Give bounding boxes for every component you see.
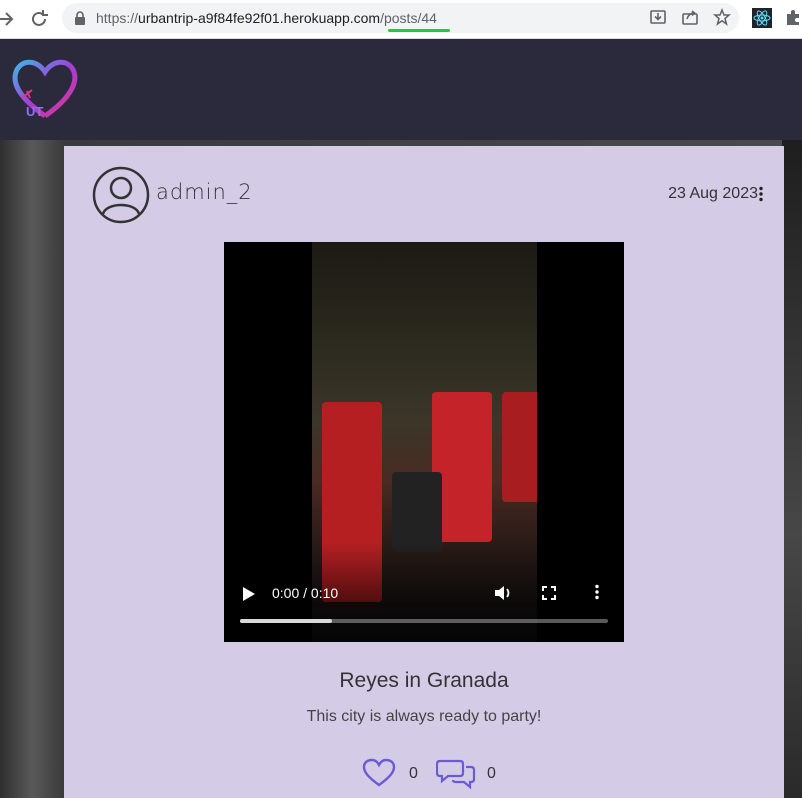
url-host: urbantrip-a9f84fe92f01.herokuapp.com [138,10,381,26]
video-player[interactable]: 0:00 / 0:10 [224,242,624,642]
post-description: This city is always ready to party! [306,708,542,725]
app-header: UT [0,39,802,140]
install-icon[interactable] [649,8,667,26]
url-path: /posts/44 [380,10,437,26]
logo-text: UT [26,104,43,119]
avatar-icon[interactable] [92,166,150,224]
back-arrow-icon[interactable] [0,8,16,30]
address-bar[interactable]: https://urbantrip-a9f84fe92f01.herokuapp… [62,3,739,33]
background-right-edge [782,140,802,798]
more-options-icon[interactable] [758,186,764,202]
video-progress-fill [240,619,332,623]
heart-icon[interactable] [362,758,396,788]
react-devtools-icon[interactable] [752,8,772,28]
video-figure [502,392,537,502]
comments-icon[interactable] [436,757,476,789]
video-time: 0:00 / 0:10 [272,585,339,601]
url-prefix: https:// [96,10,139,26]
play-icon[interactable] [242,586,256,602]
video-more-icon[interactable] [594,584,600,600]
post-author[interactable]: admin_2 [156,180,253,204]
fullscreen-icon[interactable] [542,586,556,600]
post-card: admin_2 23 Aug 2023 0:00 / 0:10 Reyes in… [64,146,784,798]
post-title: Reyes in Granada [339,669,509,692]
url-text: https://urbantrip-a9f84fe92f01.herokuapp… [96,10,437,26]
url-underline [388,29,450,32]
browser-toolbar: https://urbantrip-a9f84fe92f01.herokuapp… [0,0,802,39]
volume-icon[interactable] [494,584,514,602]
like-count: 0 [409,765,418,782]
share-icon[interactable] [681,8,699,26]
urbantrip-logo[interactable]: UT [10,56,80,122]
reload-icon[interactable] [28,8,50,30]
video-progress-bar[interactable] [240,619,608,623]
video-figure [392,472,442,552]
extensions-icon[interactable] [784,8,802,26]
star-icon[interactable] [713,8,731,26]
lock-icon[interactable] [74,11,86,25]
comment-count: 0 [487,765,496,782]
post-date: 23 Aug 2023 [668,185,758,202]
